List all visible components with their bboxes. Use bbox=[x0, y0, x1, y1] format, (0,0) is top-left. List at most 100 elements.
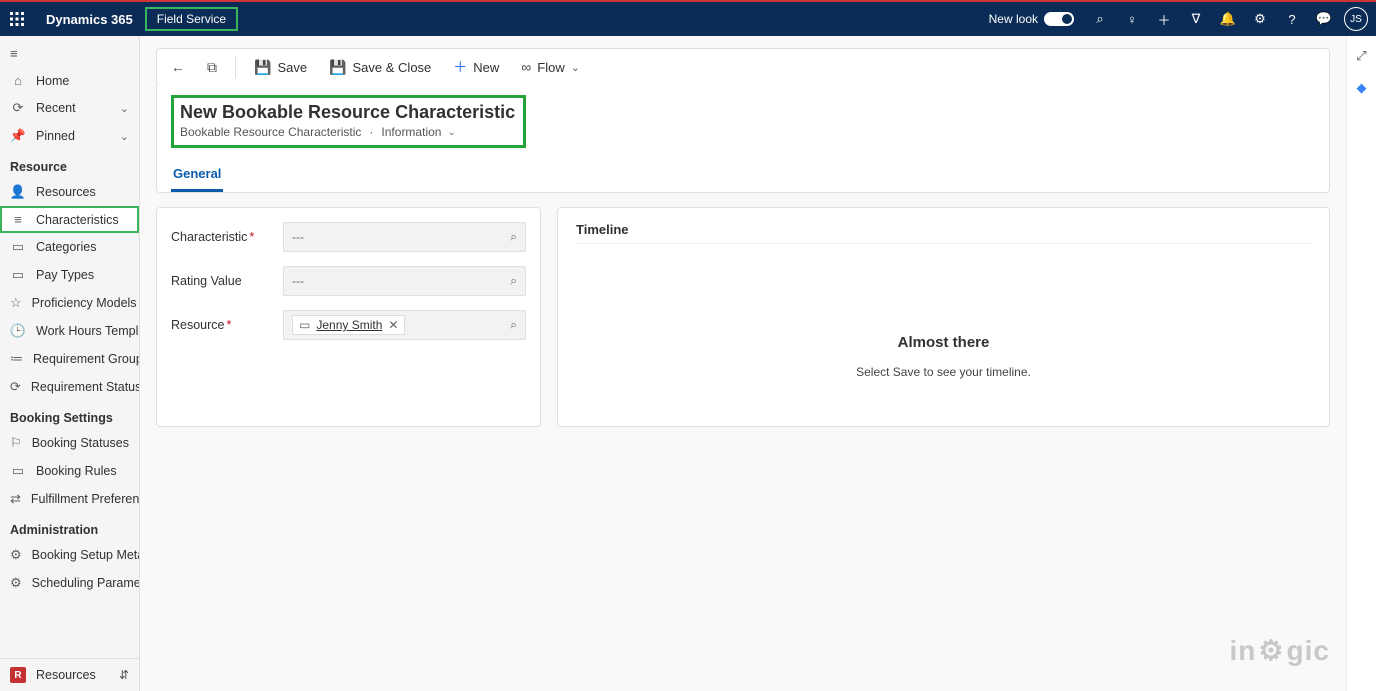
sidebar-section-resource: Resource bbox=[0, 150, 139, 178]
characteristic-lookup[interactable]: --- ⌕ bbox=[283, 222, 526, 252]
sidebar-item-home[interactable]: ⌂ Home bbox=[0, 67, 139, 94]
required-indicator: * bbox=[227, 318, 232, 332]
sidebar-item-pinned[interactable]: 📌 Pinned ⌄ bbox=[0, 122, 139, 150]
sidebar-item-label: Resources bbox=[36, 668, 96, 682]
chevron-down-icon: ⌄ bbox=[571, 61, 580, 74]
sidebar-item-scheduling-params[interactable]: ⚙ Scheduling Paramete... bbox=[0, 569, 139, 597]
form-view-name[interactable]: Information bbox=[381, 125, 441, 139]
search-icon[interactable]: ⌕ bbox=[1084, 2, 1116, 36]
lightbulb-icon[interactable]: ♀ bbox=[1116, 2, 1148, 36]
timeline-empty-heading: Almost there bbox=[576, 334, 1311, 351]
left-sidebar: ≡ ⌂ Home ⟳ Recent ⌄ 📌 Pinned ⌄ Resource … bbox=[0, 36, 140, 691]
sidebar-item-recent[interactable]: ⟳ Recent ⌄ bbox=[0, 94, 139, 122]
bell-icon[interactable]: 🔔 bbox=[1212, 2, 1244, 36]
avatar[interactable]: JS bbox=[1344, 7, 1368, 31]
popout-icon: ⧉ bbox=[207, 59, 217, 76]
sidebar-item-label: Requirement Group ... bbox=[33, 352, 139, 366]
waffle-icon[interactable] bbox=[0, 2, 34, 36]
help-icon[interactable]: ? bbox=[1276, 2, 1308, 36]
sidebar-item-label: Categories bbox=[36, 240, 96, 254]
expand-pane-icon[interactable]: ⤢ bbox=[1356, 48, 1366, 64]
sidebar-item-categories[interactable]: ▭ Categories bbox=[0, 233, 139, 261]
sidebar-item-label: Proficiency Models bbox=[32, 296, 137, 310]
form-card: Characteristic* --- ⌕ Rating Value --- ⌕ bbox=[156, 207, 541, 427]
rating-lookup[interactable]: --- ⌕ bbox=[283, 266, 526, 296]
swap-icon: ⇄ bbox=[10, 491, 21, 507]
save-icon: 💾 bbox=[254, 59, 271, 76]
tab-general[interactable]: General bbox=[171, 158, 223, 192]
timeline-empty-subtext: Select Save to see your timeline. bbox=[576, 365, 1311, 379]
sidebar-item-label: Booking Statuses bbox=[32, 436, 129, 450]
open-new-window-button[interactable]: ⧉ bbox=[203, 55, 221, 80]
gear-icon[interactable]: ⚙ bbox=[1244, 2, 1276, 36]
sidebar-item-fulfillment[interactable]: ⇄ Fulfillment Preferences bbox=[0, 485, 139, 513]
right-rail: ⤢ ◆ bbox=[1346, 36, 1376, 691]
area-switcher-icon: R bbox=[10, 667, 26, 683]
page-title-box: New Bookable Resource Characteristic Boo… bbox=[171, 95, 526, 148]
new-button[interactable]: ＋ New bbox=[449, 53, 503, 81]
save-close-icon: 💾 bbox=[329, 59, 346, 76]
gear-icon: ⚙ bbox=[1258, 634, 1284, 667]
copilot-icon[interactable]: ◆ bbox=[1357, 80, 1367, 96]
chevron-updown-icon: ⇵ bbox=[119, 668, 129, 682]
new-look-toggle[interactable]: New look bbox=[979, 12, 1084, 26]
chip-remove-icon[interactable]: ✕ bbox=[388, 318, 398, 332]
required-indicator: * bbox=[249, 230, 254, 244]
star-icon: ☆ bbox=[10, 295, 22, 311]
filter-icon[interactable]: ∇ bbox=[1180, 2, 1212, 36]
search-icon[interactable]: ⌕ bbox=[510, 274, 517, 289]
back-icon: ← bbox=[171, 59, 185, 75]
field-label: Characteristic* bbox=[171, 230, 283, 244]
button-label: Save bbox=[277, 60, 307, 75]
plus-icon: ＋ bbox=[453, 57, 467, 77]
main-content: ← ⧉ 💾 Save 💾 Save & Close ＋ New ∞ Flow ⌄ bbox=[140, 36, 1346, 691]
back-button[interactable]: ← bbox=[167, 55, 189, 79]
save-close-button[interactable]: 💾 Save & Close bbox=[325, 55, 435, 80]
sidebar-item-booking-rules[interactable]: ▭ Booking Rules bbox=[0, 457, 139, 485]
new-look-label: New look bbox=[989, 12, 1038, 26]
sidebar-item-label: Scheduling Paramete... bbox=[32, 576, 139, 590]
field-rating-value: Rating Value --- ⌕ bbox=[171, 266, 526, 296]
timeline-card: Timeline Almost there Select Save to see… bbox=[557, 207, 1330, 427]
sidebar-item-characteristics[interactable]: ≡ Characteristics bbox=[0, 206, 139, 233]
sidebar-item-paytypes[interactable]: ▭ Pay Types bbox=[0, 261, 139, 289]
chevron-down-icon: ⌄ bbox=[447, 127, 455, 138]
sidebar-item-label: Work Hours Templates bbox=[36, 324, 139, 338]
sidebar-item-label: Home bbox=[36, 74, 69, 88]
search-icon[interactable]: ⌕ bbox=[510, 230, 517, 245]
timeline-title: Timeline bbox=[576, 222, 1311, 244]
sidebar-section-booking: Booking Settings bbox=[0, 401, 139, 429]
entity-name: Bookable Resource Characteristic bbox=[180, 125, 361, 139]
clock-icon: ⟳ bbox=[10, 100, 26, 116]
sidebar-item-label: Pay Types bbox=[36, 268, 94, 282]
field-resource: Resource* ▭ Jenny Smith ✕ ⌕ bbox=[171, 310, 526, 340]
sidebar-item-proficiency[interactable]: ☆ Proficiency Models bbox=[0, 289, 139, 317]
field-characteristic: Characteristic* --- ⌕ bbox=[171, 222, 526, 252]
sidebar-item-label: Booking Rules bbox=[36, 464, 117, 478]
flow-button[interactable]: ∞ Flow ⌄ bbox=[517, 55, 584, 79]
resource-lookup[interactable]: ▭ Jenny Smith ✕ ⌕ bbox=[283, 310, 526, 340]
sidebar-item-resources[interactable]: 👤 Resources bbox=[0, 178, 139, 206]
sidebar-item-booking-statuses[interactable]: ⚐ Booking Statuses bbox=[0, 429, 139, 457]
sidebar-collapse-icon[interactable]: ≡ bbox=[0, 40, 139, 67]
sidebar-footer-resources[interactable]: R Resources ⇵ bbox=[0, 659, 139, 691]
button-label: New bbox=[473, 60, 499, 75]
plus-icon[interactable]: ＋ bbox=[1148, 2, 1180, 36]
chevron-down-icon: ⌄ bbox=[120, 130, 129, 143]
search-icon[interactable]: ⌕ bbox=[510, 318, 517, 333]
save-button[interactable]: 💾 Save bbox=[250, 55, 311, 80]
people-icon: 👤 bbox=[10, 184, 26, 200]
app-name[interactable]: Field Service bbox=[145, 7, 238, 31]
sidebar-item-label: Pinned bbox=[36, 129, 75, 143]
sidebar-item-workhours[interactable]: 🕒 Work Hours Templates bbox=[0, 317, 139, 345]
sidebar-item-label: Characteristics bbox=[36, 213, 119, 227]
status-icon: ⟳ bbox=[10, 379, 21, 395]
sidebar-item-reqgroup[interactable]: ≔ Requirement Group ... bbox=[0, 345, 139, 373]
box-icon: ▭ bbox=[10, 267, 26, 283]
sidebar-item-booking-meta[interactable]: ⚙ Booking Setup Meta... bbox=[0, 541, 139, 569]
toggle-icon[interactable] bbox=[1044, 12, 1074, 26]
chat-icon[interactable]: 💬 bbox=[1308, 2, 1340, 36]
resource-chip[interactable]: ▭ Jenny Smith ✕ bbox=[292, 315, 405, 335]
sidebar-item-reqstatus[interactable]: ⟳ Requirement Statuses bbox=[0, 373, 139, 401]
record-icon: ▭ bbox=[299, 318, 310, 332]
